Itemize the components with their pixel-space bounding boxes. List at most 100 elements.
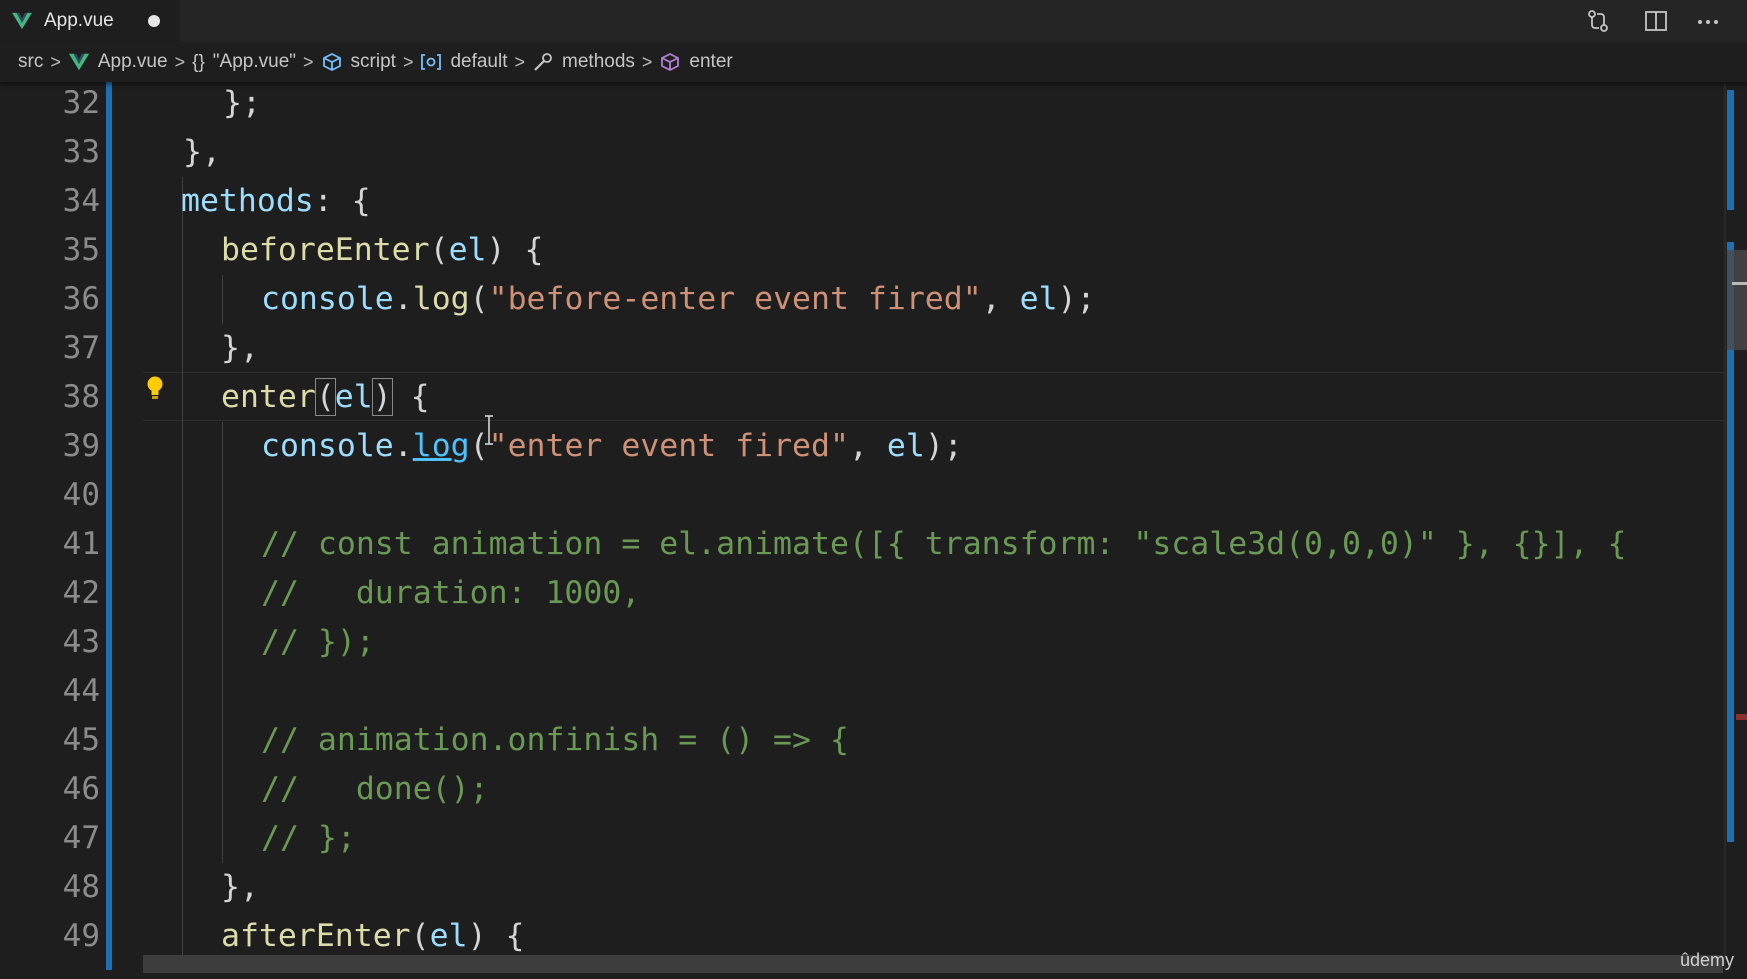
code-token: el xyxy=(334,379,373,415)
line-number: 48 xyxy=(62,869,100,905)
code-token: }, xyxy=(183,134,221,170)
code-line: // }); xyxy=(261,618,375,667)
code-token: ( xyxy=(410,918,430,954)
code-token: ) { xyxy=(467,918,525,954)
code-line: beforeEnter(el) { xyxy=(221,226,543,275)
code-token: log xyxy=(412,281,470,317)
chevron-right-icon: > xyxy=(402,51,414,72)
line-number: 32 xyxy=(62,85,100,121)
split-editor-icon[interactable] xyxy=(1643,9,1669,33)
unsaved-dot-icon[interactable] xyxy=(147,15,160,27)
chevron-right-icon: > xyxy=(641,51,653,72)
code-token: ( xyxy=(469,281,489,317)
breadcrumb-label: enter xyxy=(689,51,733,72)
code-line: // duration: 1000, xyxy=(261,569,640,618)
line-number: 34 xyxy=(62,183,100,219)
source-control-compare-icon[interactable] xyxy=(1585,9,1611,33)
vue-icon xyxy=(68,53,89,71)
vertical-scrollbar[interactable] xyxy=(1724,82,1747,970)
bracket-match: ) xyxy=(371,378,393,416)
code-line: // done(); xyxy=(261,765,489,814)
code-text[interactable]: }; }, methods: { beforeEnter(el) { conso… xyxy=(143,82,1713,979)
code-line: enter(el) { xyxy=(221,373,430,422)
breadcrumb-label: src xyxy=(18,51,44,72)
code-token: ); xyxy=(1057,281,1096,317)
line-number: 33 xyxy=(62,134,100,170)
code-token: ) { xyxy=(486,232,544,268)
line-number: 44 xyxy=(62,673,100,709)
more-actions-icon[interactable] xyxy=(1695,9,1721,33)
code-token: ); xyxy=(924,428,963,464)
line-number-gutter: 32 33 34 35 36 37 38 39 40 41 42 43 44 4… xyxy=(0,82,104,979)
code-token: console xyxy=(261,281,394,317)
code-comment: // animation.onfinish = () => { xyxy=(261,722,849,758)
code-line: }; xyxy=(223,82,261,128)
breadcrumb-item-default[interactable]: default xyxy=(420,51,508,73)
breadcrumb-item-module[interactable]: {} "App.vue" xyxy=(192,51,296,73)
code-comment: // }; xyxy=(261,820,356,856)
code-editor[interactable]: 32 33 34 35 36 37 38 39 40 41 42 43 44 4… xyxy=(0,82,1747,979)
code-line: methods: { xyxy=(181,177,371,226)
cube-icon xyxy=(661,52,680,72)
breadcrumb-label: methods xyxy=(562,51,635,72)
modified-lines-indicator xyxy=(106,82,112,970)
cube-icon xyxy=(322,52,341,72)
code-token: }, xyxy=(221,330,259,366)
code-token: el xyxy=(429,918,468,954)
line-number: 37 xyxy=(62,330,100,366)
horizontal-scrollbar[interactable] xyxy=(143,955,1723,973)
chevron-right-icon: > xyxy=(514,51,526,72)
code-token: }, xyxy=(221,869,259,905)
line-number: 35 xyxy=(62,232,100,268)
code-line: }, xyxy=(221,324,259,373)
code-line: }, xyxy=(221,863,259,912)
udemy-watermark: ûdemy xyxy=(1680,950,1735,970)
chevron-right-icon: > xyxy=(174,51,186,72)
code-comment: // }); xyxy=(261,624,375,660)
breadcrumb-item-script[interactable]: script xyxy=(321,51,396,73)
line-number: 47 xyxy=(62,820,100,856)
code-token: enter xyxy=(221,379,316,415)
code-token[interactable]: log xyxy=(413,428,470,464)
code-token: "before-enter event fired" xyxy=(488,281,982,317)
line-number: 38 xyxy=(62,379,100,415)
namespace-icon xyxy=(421,54,442,70)
vue-icon xyxy=(12,12,32,30)
breadcrumb-item-file[interactable]: App.vue xyxy=(68,51,168,73)
breadcrumb-item-methods[interactable]: methods xyxy=(532,51,635,73)
code-comment: // duration: 1000, xyxy=(261,575,641,611)
code-token: el xyxy=(1019,281,1058,317)
code-token: , xyxy=(981,281,1020,317)
line-number: 46 xyxy=(62,771,100,807)
code-token: : { xyxy=(313,183,371,219)
chevron-right-icon: > xyxy=(303,51,314,72)
code-token: . xyxy=(393,428,413,464)
code-comment: // const animation = el.animate([{ trans… xyxy=(261,526,1627,562)
line-number: 39 xyxy=(62,428,100,464)
breadcrumb-label: script xyxy=(350,51,396,72)
code-token: ( xyxy=(429,232,449,268)
braces-icon: {} xyxy=(192,52,205,73)
code-token: . xyxy=(393,281,413,317)
tab-label: App.vue xyxy=(44,10,114,31)
code-token: , xyxy=(848,428,887,464)
wrench-icon xyxy=(534,53,552,71)
line-number: 42 xyxy=(62,575,100,611)
code-line: console.log("enter event fired", el); xyxy=(261,422,963,471)
code-line: // }; xyxy=(261,814,356,863)
code-line: // animation.onfinish = () => { xyxy=(261,716,849,765)
breadcrumb: src > App.vue > {} "App.vue" > script > … xyxy=(0,42,1747,82)
tab-app-vue[interactable]: App.vue xyxy=(0,0,180,42)
i-beam-cursor-icon xyxy=(485,415,493,445)
code-token: console xyxy=(261,428,394,464)
line-number: 40 xyxy=(62,477,100,513)
code-token: { xyxy=(391,379,430,415)
code-line: afterEnter(el) { xyxy=(221,912,524,961)
line-number: 49 xyxy=(62,918,100,954)
code-token: afterEnter xyxy=(221,918,411,954)
editor-bottom-edge xyxy=(0,973,1747,979)
breadcrumb-item-enter[interactable]: enter xyxy=(659,51,733,73)
breadcrumb-item-src[interactable]: src xyxy=(18,51,43,73)
line-number: 43 xyxy=(62,624,100,660)
code-line: // const animation = el.animate([{ trans… xyxy=(261,520,1626,569)
